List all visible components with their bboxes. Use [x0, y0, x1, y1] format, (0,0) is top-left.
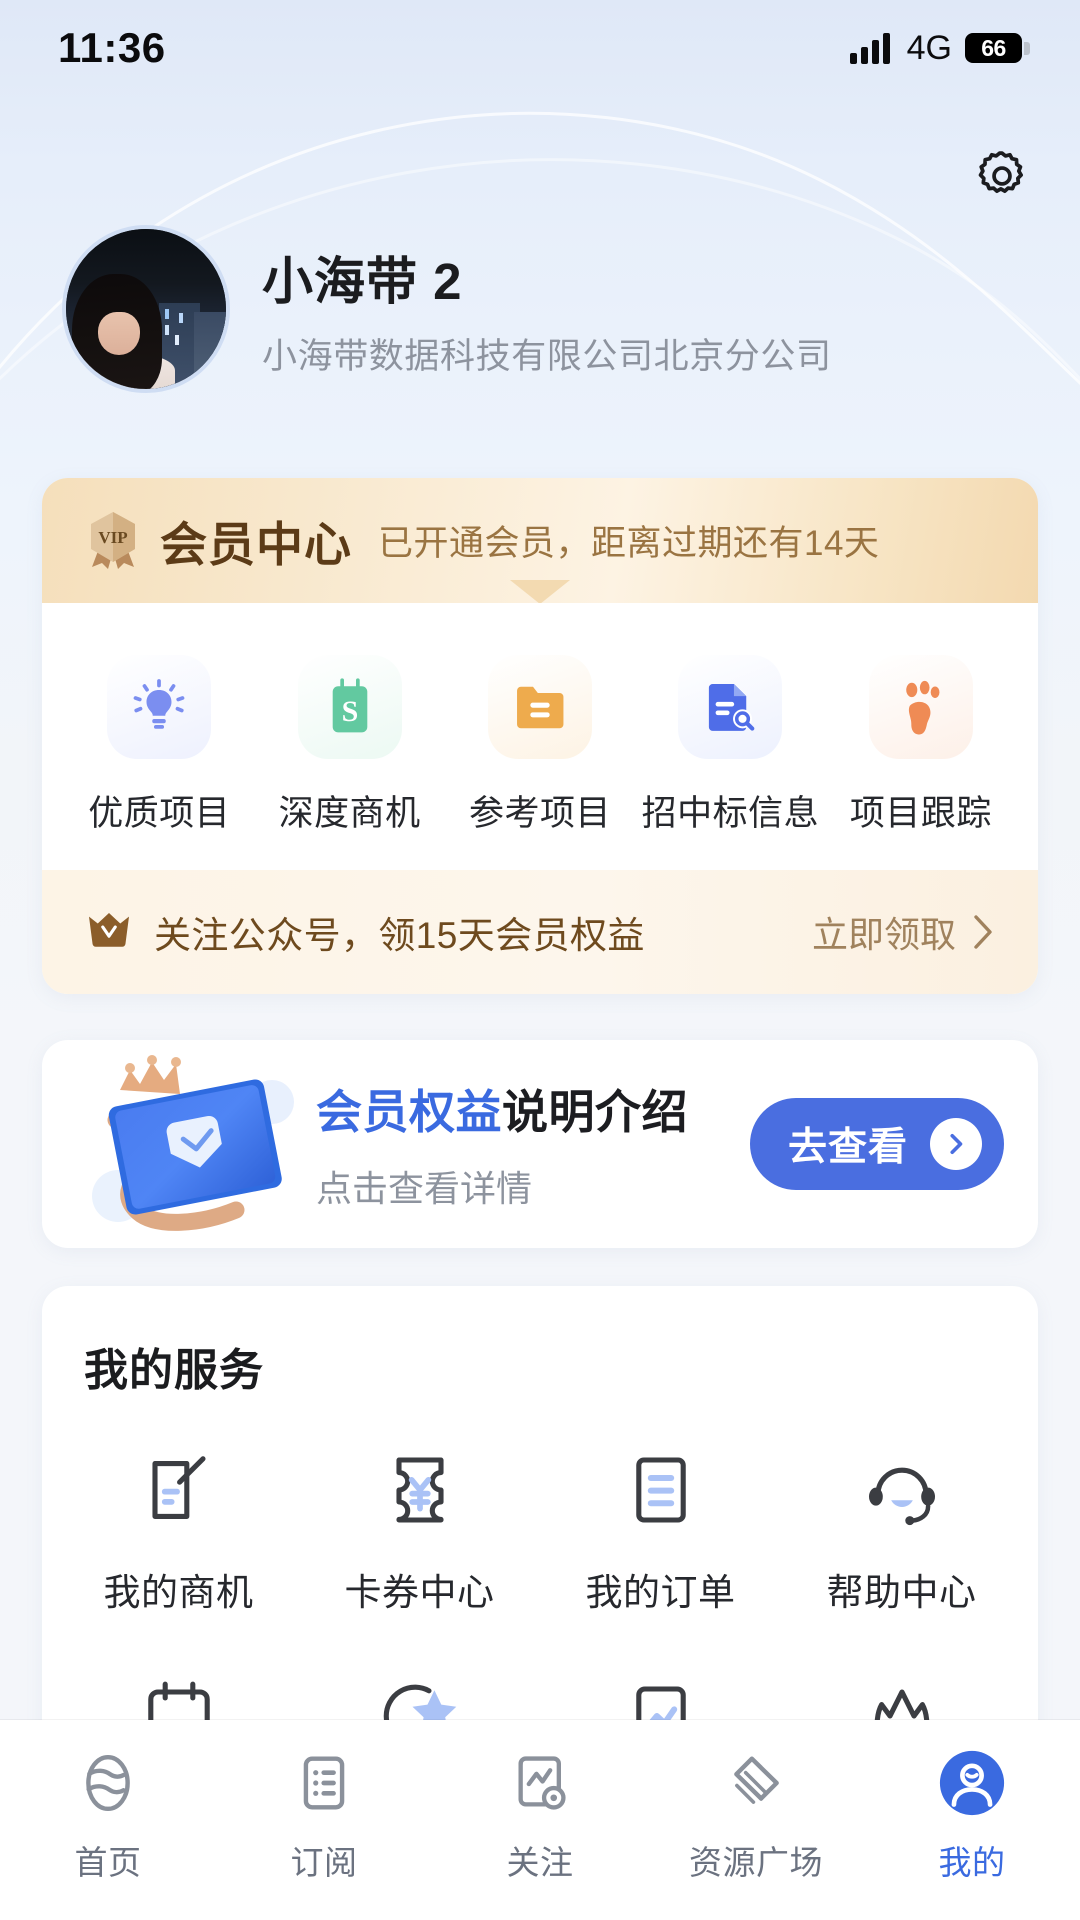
gear-icon	[978, 151, 1023, 194]
profile-user-icon	[935, 1746, 1009, 1820]
shortcut-item-project-tracking[interactable]: 项目跟踪	[826, 655, 1016, 836]
benefits-banner[interactable]: 会员权益说明介绍 点击查看详情 去查看	[42, 1040, 1038, 1248]
profile-header[interactable]: 小海带 2 小海带数据科技有限公司北京分公司	[62, 225, 832, 393]
shortcut-label: 参考项目	[469, 794, 612, 833]
membership-header[interactable]: VIP 会员中心 已开通会员，距离过期还有14天	[42, 478, 1038, 627]
shortcut-label: 优质项目	[88, 794, 231, 833]
coupon-yen-icon	[374, 1444, 466, 1536]
membership-shortcuts: 优质项目 S 深度商机 参考项目 招中标信息 项目跟踪	[42, 603, 1038, 870]
status-bar: 11:36 4G 66	[0, 0, 1080, 96]
go-view-button[interactable]: 去查看	[749, 1098, 1004, 1190]
service-label: 卡券中心	[344, 1572, 495, 1613]
shortcut-item-bid-info[interactable]: 招中标信息	[635, 655, 825, 836]
service-label: 我的商机	[103, 1572, 254, 1613]
benefits-title-highlight: 会员权益	[316, 1086, 502, 1138]
shortcut-label: 招中标信息	[641, 794, 820, 833]
profile-text: 小海带 2 小海带数据科技有限公司北京分公司	[262, 240, 832, 379]
membership-title: 会员中心	[160, 518, 352, 571]
battery-percent: 66	[981, 34, 1006, 61]
shortcut-label: 项目跟踪	[849, 794, 992, 833]
status-indicators: 4G 66	[849, 28, 1030, 68]
tab-label: 我的	[938, 1844, 1006, 1881]
tab-resource-plaza[interactable]: 资源广场	[648, 1746, 864, 1884]
battery-icon: 66	[965, 33, 1030, 63]
resource-layers-icon	[719, 1746, 793, 1820]
crown-icon	[89, 913, 129, 947]
page-title: 小海带 2	[262, 252, 463, 310]
tab-label: 资源广场	[689, 1844, 823, 1881]
organization-name: 小海带数据科技有限公司北京分公司	[262, 336, 832, 376]
promo-text: 关注公众号，领15天会员权益	[154, 915, 645, 956]
tab-follow[interactable]: 关注	[432, 1746, 648, 1884]
tab-subscribe[interactable]: 订阅	[216, 1746, 432, 1884]
shortcut-item-reference-projects[interactable]: 参考项目	[445, 655, 635, 836]
arrow-right-circle-icon	[930, 1118, 982, 1170]
shortcut-label: 深度商机	[278, 794, 421, 833]
follow-chart-icon	[503, 1746, 577, 1820]
vip-badge-icon: VIP	[84, 509, 142, 573]
app-root: 11:36 4G 66 小海带 2 小海带数据科技有限公司北京分公司 VIP 会…	[0, 0, 1080, 1920]
tab-label: 关注	[506, 1844, 574, 1881]
bottom-tab-bar: 首页 订阅 关注 资源广场 我的	[0, 1720, 1080, 1920]
service-item-my-orders[interactable]: 我的订单	[540, 1444, 781, 1616]
membership-subtitle: 已开通会员，距离过期还有14天	[378, 524, 880, 563]
home-globe-icon	[71, 1746, 145, 1820]
chevron-right-icon	[974, 915, 992, 949]
status-time: 11:36	[58, 24, 166, 71]
headset-icon	[856, 1444, 948, 1536]
benefits-subtitle: 点击查看详情	[316, 1168, 533, 1209]
benefits-title: 会员权益说明介绍	[316, 1076, 688, 1142]
service-label: 帮助中心	[826, 1572, 977, 1613]
footprint-icon	[868, 655, 973, 759]
service-item-coupon-center[interactable]: 卡券中心	[299, 1444, 540, 1616]
benefits-title-rest: 说明介绍	[502, 1086, 688, 1138]
settings-button[interactable]	[966, 140, 1038, 212]
service-item-my-opportunities[interactable]: 我的商机	[58, 1444, 299, 1616]
tab-home[interactable]: 首页	[0, 1746, 216, 1884]
network-type: 4G	[906, 28, 952, 67]
crowned-card-icon	[76, 1044, 306, 1244]
folder-icon	[488, 655, 593, 759]
money-calendar-icon: S	[297, 655, 402, 759]
edit-document-icon	[133, 1444, 225, 1536]
document-search-icon	[678, 655, 783, 759]
lightbulb-icon	[107, 655, 212, 759]
avatar[interactable]	[62, 225, 230, 393]
tab-label: 首页	[74, 1844, 142, 1881]
tab-label: 订阅	[290, 1844, 358, 1881]
subscribe-list-icon	[287, 1746, 361, 1820]
promo-action-button[interactable]: 立即领取	[812, 906, 996, 958]
service-label: 我的订单	[585, 1572, 736, 1613]
promo-action-label: 立即领取	[811, 914, 956, 955]
benefits-text: 会员权益说明介绍 点击查看详情	[316, 1076, 688, 1212]
service-item-help-center[interactable]: 帮助中心	[781, 1444, 1022, 1616]
signal-bars-icon	[849, 33, 890, 64]
promo-bar[interactable]: 关注公众号，领15天会员权益 立即领取	[42, 870, 1038, 994]
shortcut-item-deep-opportunities[interactable]: S 深度商机	[254, 655, 444, 836]
membership-card: VIP 会员中心 已开通会员，距离过期还有14天 优质项目 S 深度商机 参考项…	[42, 478, 1038, 994]
go-view-label: 去查看	[787, 1126, 908, 1169]
svg-text:S: S	[341, 695, 358, 728]
shortcut-item-quality-projects[interactable]: 优质项目	[64, 655, 254, 836]
svg-text:VIP: VIP	[98, 528, 127, 547]
services-heading: 我的服务	[84, 1346, 264, 1395]
order-list-icon	[615, 1444, 707, 1536]
tab-profile[interactable]: 我的	[864, 1746, 1080, 1884]
